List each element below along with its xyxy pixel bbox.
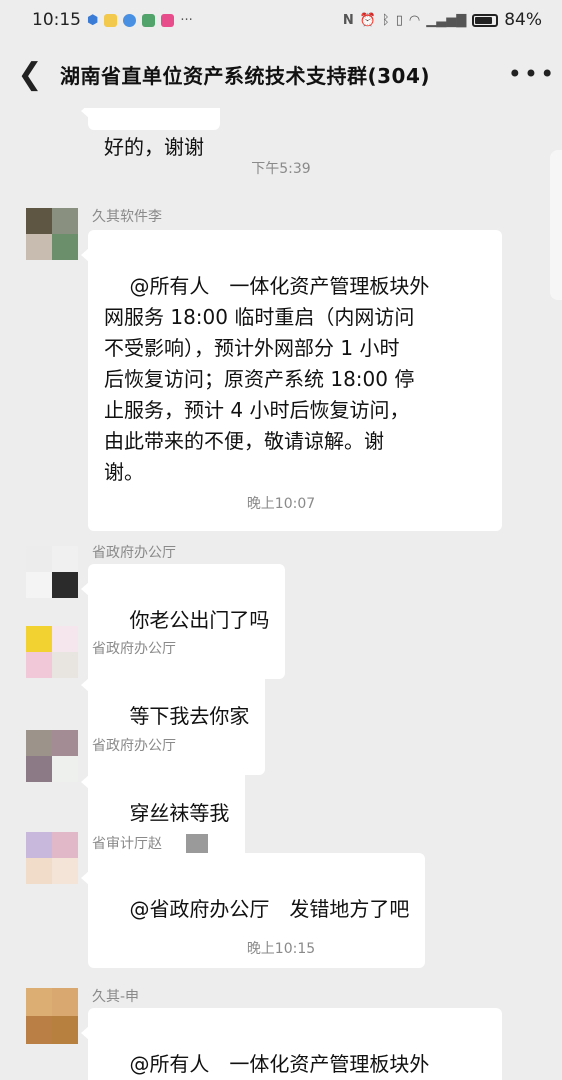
nfc-icon: N [342,12,354,28]
app-notification-icon [123,13,137,27]
status-right: N ⏰ ᛒ ▯ ◠ ▁▃▅▇ 84% [343,10,542,30]
app-notification-icon [104,13,118,27]
edge-handle[interactable] [550,150,562,300]
message-bubble[interactable]: @所有人 一体化资产管理板块外 网服务 18:00 临时重启（内网访问 不受影响… [81,230,502,531]
message-text: 好的，谢谢 [104,135,204,159]
message-text: 你老公出门了吗 [129,608,270,632]
sender-name: 省审计厅赵 [92,836,162,852]
chat-title: 湖南省直单位资产系统技术支持群(304) [60,63,431,88]
redaction-block [186,834,208,854]
more-icon: ••• [507,60,557,88]
message-text: 等下我去你家 [129,704,250,728]
bluetooth-icon: ᛒ [381,12,390,28]
more-button[interactable]: ••• [502,60,562,88]
signal-icon: ▁▃▅▇ [426,12,467,28]
avatar[interactable] [26,832,78,884]
sender-name: 省政府办公厅 [92,738,176,754]
avatar[interactable] [26,988,78,1044]
shield-icon: ⬢ [87,12,99,28]
timestamp: 下午5:39 [251,161,311,177]
timestamp: 晚上10:15 [246,941,316,957]
chat-header: ❮ 湖南省直单位资产系统技术支持群(304) ••• [0,40,562,108]
avatar[interactable] [26,626,78,678]
message-bubble[interactable]: @所有人 一体化资产管理板块外 网服务及原资产系统已维护完成， [81,1008,502,1080]
sender-name: 久其软件李 [92,209,162,225]
wifi-icon: ◠ [408,12,421,28]
status-left: 10:15 ⬢ ··· [32,10,193,30]
status-time: 10:15 [32,10,81,30]
app-notification-icon [142,13,156,27]
message-text: 穿丝袜等我 [129,801,230,825]
chevron-left-icon: ❮ [17,56,43,92]
more-notifications-icon: ··· [180,12,193,28]
back-button[interactable]: ❮ [0,40,60,108]
sender-name: 省政府办公厅 [92,641,176,657]
message-text: @所有人 一体化资产管理板块外 网服务 18:00 临时重启（内网访问 不受影响… [104,274,430,484]
battery-percent: 84% [504,10,542,30]
chat-area[interactable]: 好的，谢谢 下午5:39 久其软件李 @所有人 一体化资产管理板块外 网服务 1… [0,108,562,1080]
alarm-icon: ⏰ [359,12,376,28]
message-text: @省政府办公厅 发错地方了吧 [129,897,410,921]
avatar[interactable] [26,208,78,260]
avatar[interactable] [26,730,78,782]
timestamp: 晚上10:07 [246,496,316,512]
message-text: @所有人 一体化资产管理板块外 网服务及原资产系统已维护完成， [129,1052,430,1076]
sender-name: 久其-申 [92,989,140,1005]
status-bar: 10:15 ⬢ ··· N ⏰ ᛒ ▯ ◠ ▁▃▅▇ 84% [0,0,562,40]
vibrate-icon: ▯ [395,12,403,28]
avatar[interactable] [26,546,78,598]
message-bubble[interactable]: 好的，谢谢 [81,108,220,159]
sender-name: 省政府办公厅 [92,545,176,561]
battery-icon [472,13,499,27]
app-notification-icon [161,13,175,27]
